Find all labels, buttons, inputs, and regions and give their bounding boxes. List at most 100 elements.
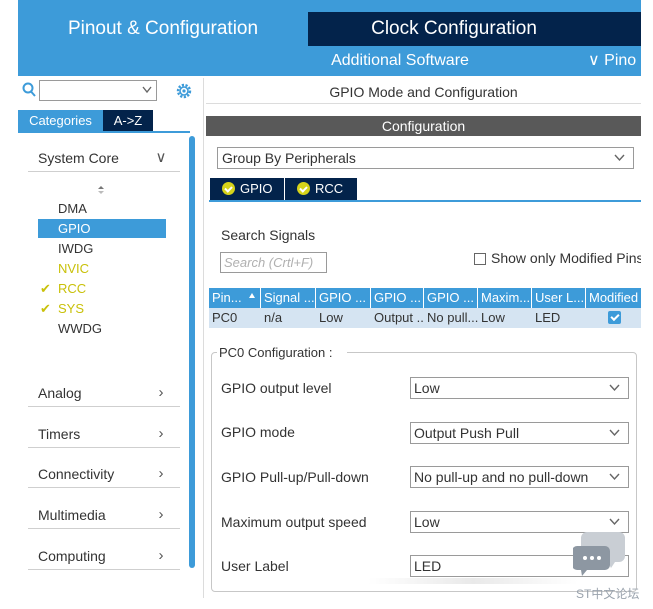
category-analog[interactable]: Analog › [28,379,180,407]
gpio-mode-select[interactable]: Output Push Pull [410,422,629,444]
tree-item-nvic[interactable]: NVIC [38,259,166,278]
tab-pinout-configuration[interactable]: Pinout & Configuration [18,12,308,46]
category-label: Computing [38,548,106,564]
select-value: Output Push Pull [414,425,520,441]
tab-rcc[interactable]: RCC [285,178,357,200]
chevron-right-icon: › [158,384,164,401]
category-label: Multimedia [38,507,106,523]
select-value: Low [414,380,440,396]
user-label-label: User Label [221,558,289,574]
tree-item-label: RCC [58,281,87,296]
category-label: Timers [38,426,81,442]
chat-bubble-logo-icon [573,532,625,576]
tree-item-label: NVIC [58,261,90,276]
tree-item-dma[interactable]: DMA [38,199,166,218]
bottom-divider [368,578,578,584]
column-header-user-label[interactable]: User L... [532,288,586,308]
column-header-gpio-output-level[interactable]: GPIO ... [316,288,371,308]
pinout-menu-button[interactable]: ∨ Pino [588,48,648,74]
gpio-mode-label: GPIO mode [221,424,295,440]
tab-gpio[interactable]: GPIO [210,178,284,200]
chevron-down-icon [609,429,620,437]
tab-label: RCC [315,181,344,196]
table-cell-user-label[interactable]: LED [532,308,586,328]
tab-clock-configuration[interactable]: Clock Configuration [308,12,600,46]
chevron-down-icon [609,473,620,481]
pc0-config-title: PC0 Configuration : [217,345,347,361]
column-header-gpio-pull[interactable]: GPIO ... [424,288,478,308]
chevron-right-icon: › [158,506,164,523]
category-timers[interactable]: Timers › [28,420,180,448]
tab-project-manager[interactable] [600,12,641,46]
mode-config-title: GPIO Mode and Configuration [206,80,641,104]
category-multimedia[interactable]: Multimedia › [28,501,180,529]
configuration-header: Configuration [206,116,641,136]
chevron-down-icon [609,518,620,526]
select-value: No pull-up and no pull-down [414,469,589,485]
table-cell-max-speed[interactable]: Low [478,308,532,328]
tree-item-wwdg[interactable]: WWDG [38,319,166,338]
chevron-down-icon[interactable] [142,86,152,94]
chevron-down-icon: ∨ [155,149,167,166]
tree-item-label: GPIO [58,221,91,236]
category-label: System Core [38,150,119,166]
chevron-down-icon [614,154,625,162]
chevron-right-icon: › [158,425,164,442]
select-value: Low [414,514,440,530]
sort-icon[interactable] [97,185,105,195]
gpio-pull-label: GPIO Pull-up/Pull-down [221,469,369,485]
search-signals-input[interactable]: Search (Crtl+F) [220,252,327,273]
tree-item-iwdg[interactable]: IWDG [38,239,166,258]
column-header-max-speed[interactable]: Maxim... [478,288,532,308]
table-cell-output-level[interactable]: Low [316,308,371,328]
sort-ascending-icon [249,293,255,298]
categories-scrollbar[interactable] [189,136,195,568]
additional-software-button[interactable]: Additional Software [300,48,500,74]
tree-item-gpio[interactable]: GPIO [38,219,166,238]
tree-item-label: IWDG [58,241,94,256]
tree-item-sys[interactable]: ✔ SYS [38,299,166,318]
chevron-right-icon: › [158,547,164,564]
tree-item-label: DMA [58,201,87,216]
max-output-speed-label: Maximum output speed [221,514,367,530]
checkmark-icon: ✔ [40,281,51,296]
check-circle-icon [297,182,310,195]
category-label: Analog [38,385,82,401]
search-input[interactable] [39,80,157,101]
search-icon[interactable] [22,82,36,98]
gear-icon[interactable] [174,81,194,101]
search-signals-label: Search Signals [221,227,316,243]
category-label: Connectivity [38,466,115,482]
checkmark-icon: ✔ [40,301,51,316]
pinout-menu-label: Pino [604,52,637,69]
chevron-right-icon: › [158,465,164,482]
category-system-core[interactable]: System Core ∨ [28,144,180,172]
tab-label: GPIO [240,181,273,196]
group-by-value: Group By Peripherals [222,150,356,166]
config-scrollbar[interactable] [641,78,653,598]
tab-categories[interactable]: Categories [18,110,103,131]
tab-underline [18,131,190,133]
table-cell-signal[interactable]: n/a [261,308,316,328]
table-cell-pull[interactable]: No pull... [424,308,478,328]
check-circle-icon [222,182,235,195]
show-modified-checkbox[interactable] [474,253,486,265]
table-cell-mode[interactable]: Output ... [371,308,424,328]
modified-checkbox[interactable] [608,311,621,324]
category-connectivity[interactable]: Connectivity › [28,460,180,488]
group-by-select[interactable]: Group By Peripherals [217,147,634,169]
table-cell-pin[interactable]: PC0 [209,308,261,328]
column-header-gpio-mode[interactable]: GPIO ... [371,288,424,308]
watermark-text: ST中文论坛 [576,587,640,601]
tab-underline [209,200,641,202]
gpio-output-level-select[interactable]: Low [410,377,629,399]
gpio-pull-select[interactable]: No pull-up and no pull-down [410,466,629,488]
tab-a-to-z[interactable]: A->Z [103,110,153,131]
category-computing[interactable]: Computing › [28,542,180,570]
column-header-signal[interactable]: Signal ... [261,288,316,308]
column-header-modified[interactable]: Modified [586,288,641,308]
tree-item-label: SYS [58,301,85,316]
tree-item-rcc[interactable]: ✔ RCC [38,279,166,298]
chevron-down-icon [609,384,620,392]
chevron-down-icon: ∨ [588,52,605,69]
